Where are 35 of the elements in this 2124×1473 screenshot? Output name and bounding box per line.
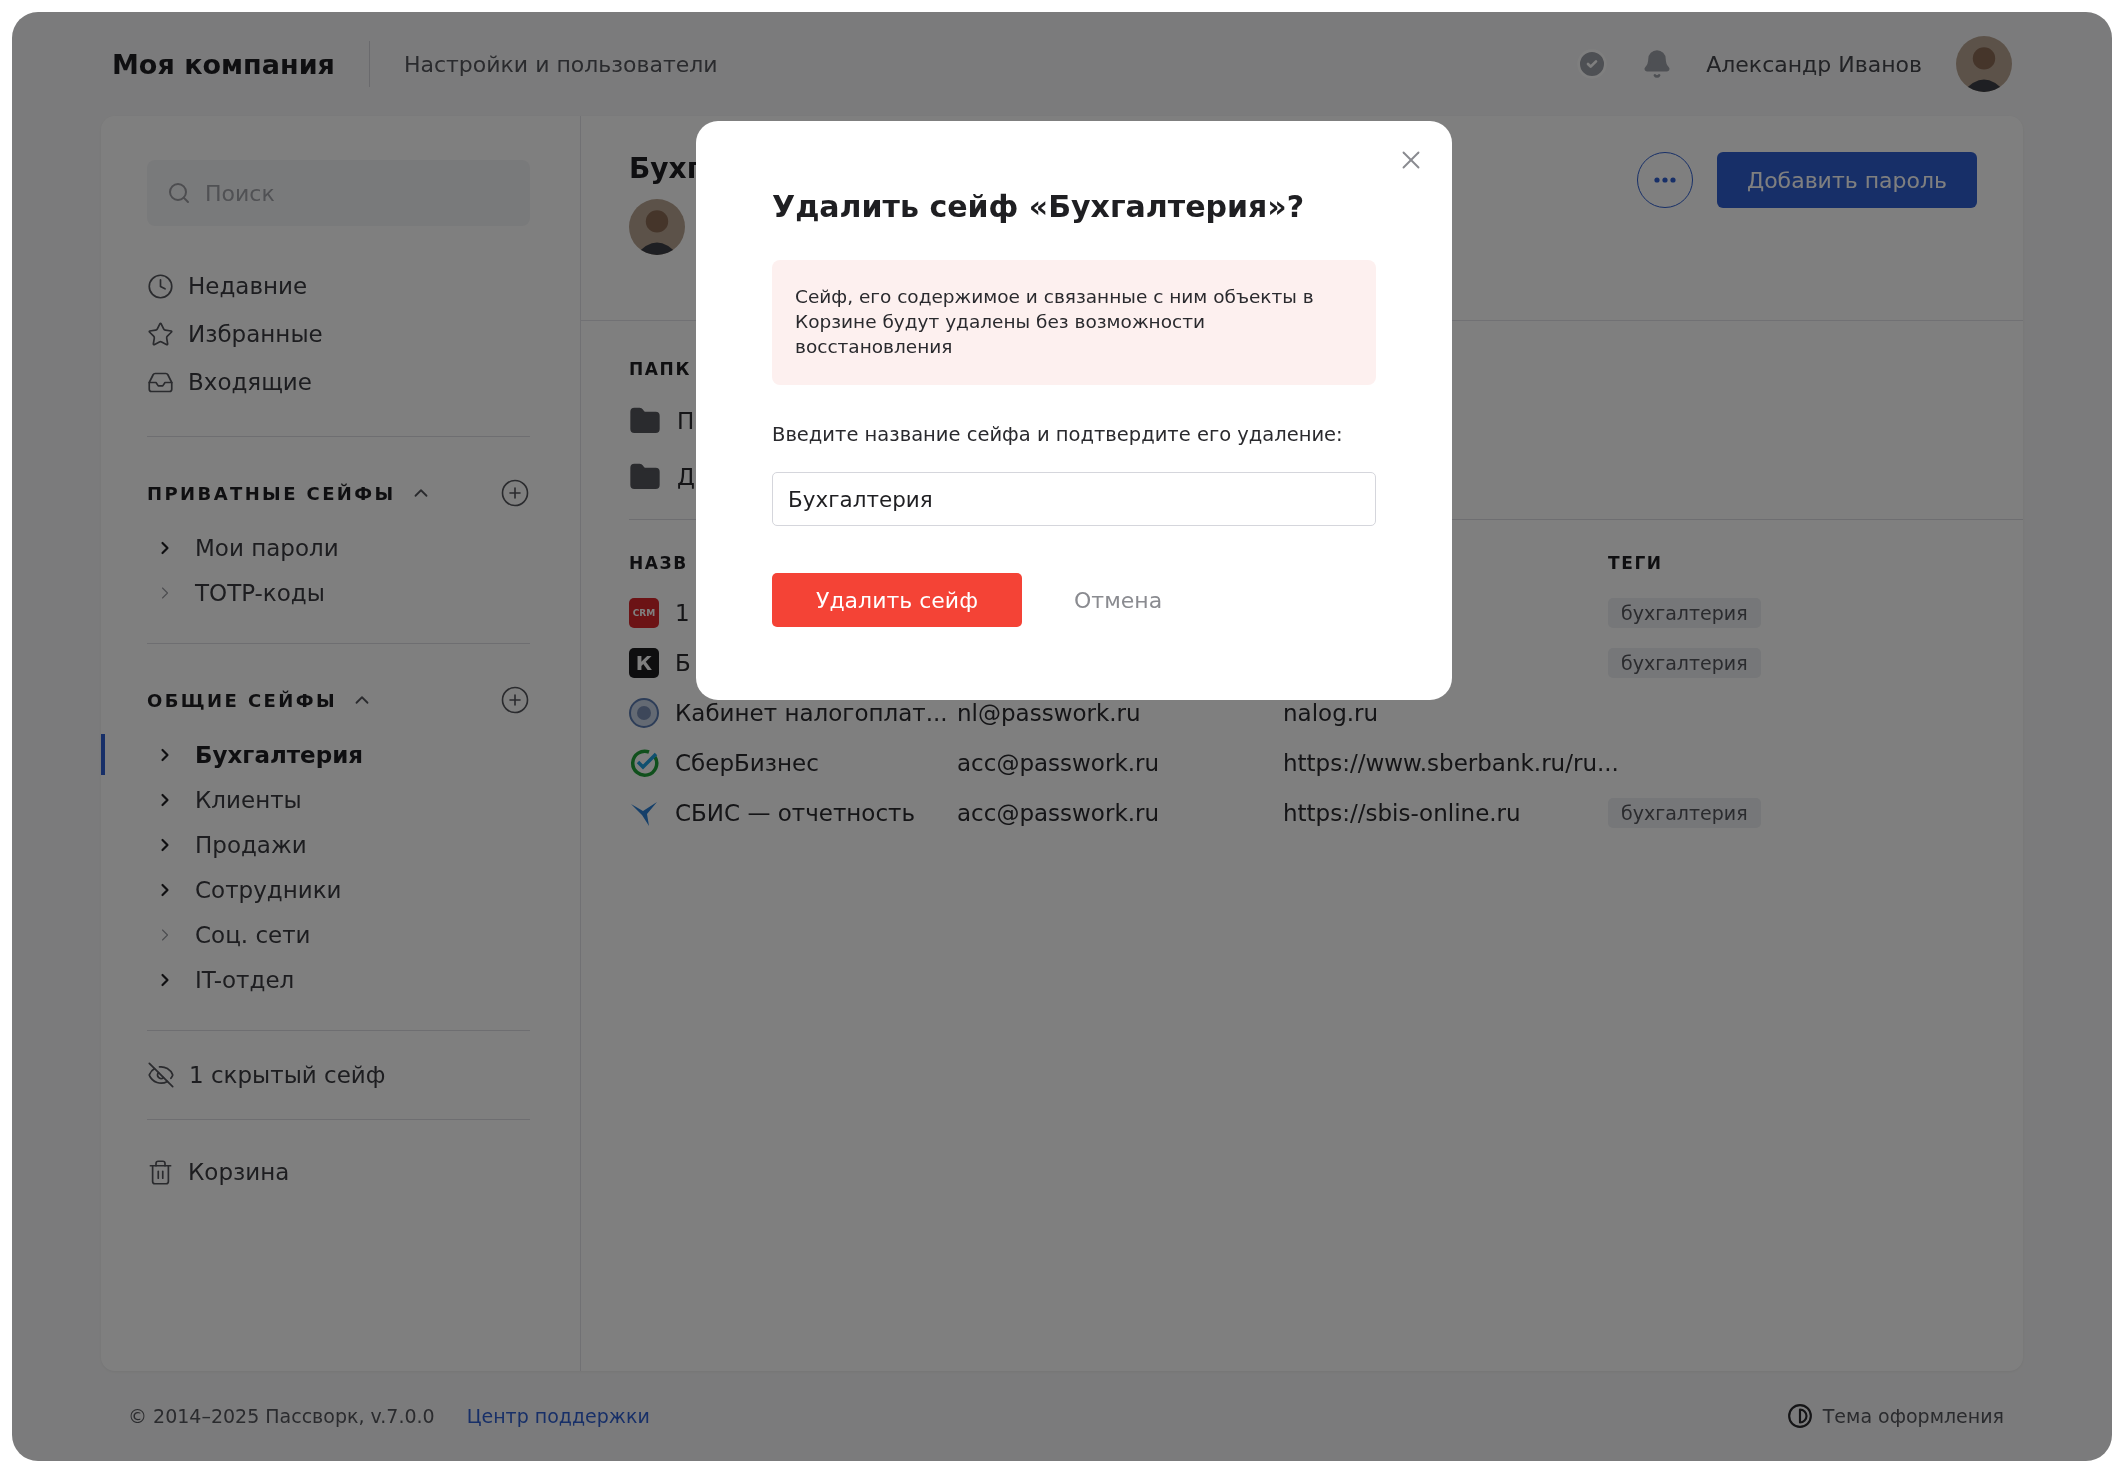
nav-item-label: Недавние <box>188 273 308 299</box>
nav-item-label: Входящие <box>188 369 312 395</box>
tag: бухгалтерия <box>1608 648 1761 678</box>
logo-icon: К <box>629 648 659 678</box>
vault-title: Бухг <box>629 152 702 185</box>
entry-login: acc@passwork.ru <box>957 800 1160 826</box>
copyright: © 2014–2025 Пассворк, v.7.0.0 <box>128 1405 435 1427</box>
folder-label: Д <box>677 464 695 490</box>
section-heading: ПРИВАТНЫЕ СЕЙФЫ <box>147 482 396 504</box>
tag: бухгалтерия <box>1608 798 1761 828</box>
theme-label: Тема оформления <box>1822 1405 2004 1427</box>
section-heading: ОБЩИЕ СЕЙФЫ <box>147 689 337 711</box>
entry-url: https://www.sberbank.ru/ru... <box>1283 750 1619 776</box>
trash-label: Корзина <box>188 1159 290 1185</box>
tag: бухгалтерия <box>1608 598 1761 628</box>
sidebar-item-label: TOTP-коды <box>195 579 325 606</box>
sidebar-item-label: Сотрудники <box>195 876 342 903</box>
sidebar-item-label: Клиенты <box>195 786 302 813</box>
dialog-title: Удалить сейф «Бухгалтерия»? <box>772 189 1306 224</box>
hidden-vaults-label: 1 скрытый сейф <box>189 1062 386 1088</box>
entry-url: nalog.ru <box>1283 700 1379 726</box>
sidebar-item-label: Соц. сети <box>195 921 311 948</box>
logo-icon: CRM <box>629 598 659 628</box>
sidebar-item-label: Продажи <box>195 831 307 858</box>
sidebar-item-label: IT-отдел <box>195 966 295 993</box>
prompt-text: Введите название сейфа и подтвердите его удаление: <box>772 423 1344 446</box>
folder-label: П <box>677 408 695 434</box>
entry-login: nl@passwork.ru <box>957 700 1141 726</box>
sidebar-item-label: Мои пароли <box>195 534 339 561</box>
nav-item-label: Избранные <box>188 321 323 347</box>
folders-heading: ПАПК <box>629 359 691 379</box>
warning-message: Сейф, его содержимое и связанные с ним объекты в Корзине будут удалены без возможности восстановления <box>772 260 1376 385</box>
entry-url: https://sbis-online.ru <box>1283 800 1521 826</box>
sidebar-item-label: Бухгалтерия <box>195 741 364 768</box>
entry-login: acc@passwork.ru <box>957 750 1160 776</box>
